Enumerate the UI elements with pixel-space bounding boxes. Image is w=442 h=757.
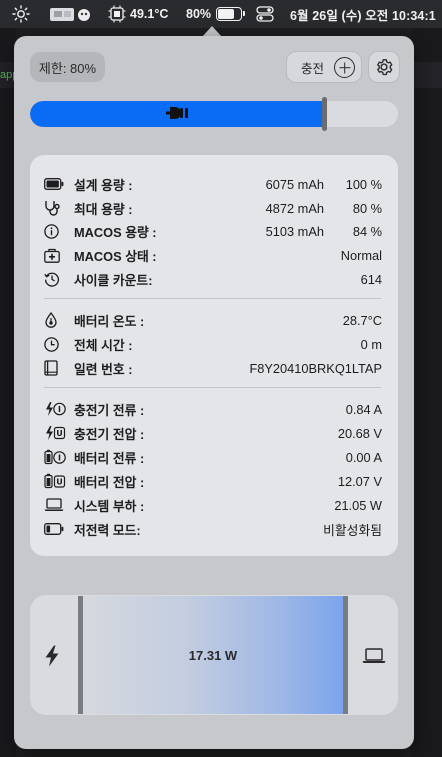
lightning-icon [44,645,60,672]
svg-text:U: U [56,429,63,438]
info-value: 20.68 V [337,425,382,441]
charge-button-label: 충전 [301,61,325,76]
sun-icon[interactable] [11,0,31,28]
info-label: 배터리 전류 : [74,450,145,466]
battery-current-icon: I [44,449,66,465]
info-value: 21.05 W [334,497,382,513]
info-icon [44,223,66,239]
info-row-system-load: 시스템 부하 : 21.05 W [44,494,382,516]
info-label: 충전기 전압 : [74,426,145,442]
info-row-cycle-count: 사이클 카운트: 614 [44,268,382,290]
cpu-icon[interactable] [108,0,126,28]
charge-limit-slider[interactable] [30,101,398,127]
info-row-macos-status: MACOS 상태 : Normal [44,244,382,266]
info-row-charger-voltage: U 충전기 전압 : 20.68 V [44,422,382,444]
info-value: 614 [360,271,382,287]
info-row-serial-number: 일련 번호 : F8Y20410BRKQ1LTAP [44,357,382,379]
plus-icon[interactable] [334,57,355,78]
background-window-right [411,28,442,757]
charger-current-icon: I [44,401,66,417]
info-label: MACOS 상태 : [74,248,157,264]
book-icon [44,360,66,376]
settings-button[interactable] [368,51,400,83]
info-percent: 84 % [352,223,382,239]
info-row-total-time: 전체 시간 : 0 m [44,333,382,355]
info-label: 배터리 온도 : [74,313,145,329]
info-value: 12.07 V [337,473,382,489]
info-row-macos-capacity: MACOS 용량 : 5103 mAh 84 % [44,220,382,242]
info-value: F8Y20410BRKQ1LTAP [249,360,382,376]
info-label: MACOS 용량 : [74,224,157,240]
power-flow-divider-right [343,596,348,714]
info-row-battery-voltage: U 배터리 전압 : 12.07 V [44,470,382,492]
app-icon[interactable] [48,0,98,28]
control-center-icon[interactable] [256,0,274,28]
stethoscope-icon [44,200,66,216]
menu-bar: 49.1°C 80% 6월 26일 (수) 오전 10:34:1 [0,0,442,28]
info-label: 시스템 부하 : [74,498,145,514]
menubar-temperature[interactable]: 49.1°C [130,0,168,28]
info-row-charger-current: I 충전기 전류 : 0.84 A [44,398,382,420]
gear-icon [377,59,393,76]
info-percent: 100 % [345,176,382,192]
info-label: 일련 번호 : [74,361,133,377]
info-label: 배터리 전압 : [74,474,145,490]
info-label: 충전기 전류 : [74,402,145,418]
info-label: 설계 용량 : [74,177,133,193]
power-flow-value: 17.31 W [188,647,238,663]
charge-limit-label: 제한: 80% [30,52,105,82]
info-value: 6075 mAh [265,176,324,192]
charger-voltage-icon: U [44,425,66,441]
info-value: 0 m [360,336,382,352]
info-value: 4872 mAh [265,200,324,216]
info-divider [44,298,381,299]
info-value: 5103 mAh [265,223,324,239]
charge-limit-slider-handle[interactable] [322,97,327,131]
power-flow-meter: 17.31 W [83,596,343,714]
info-label: 저전력 모드: [74,522,141,538]
battery-icon [44,176,66,192]
info-row-low-power-mode: 저전력 모드: 비활성화됨 [44,518,382,540]
info-row-max-capacity: 최대 용량 : 4872 mAh 80 % [44,197,382,219]
plug-icon [166,104,190,127]
history-icon [44,271,66,287]
clock-icon [44,336,66,352]
info-label: 전체 시간 : [74,337,133,353]
info-row-battery-temperature: 배터리 온도 : 28.7°C [44,309,382,331]
info-value: 0.84 A [345,401,382,417]
svg-text:I: I [58,405,61,414]
info-value: 0.00 A [345,449,382,465]
info-divider [44,387,381,388]
info-label: 최대 용량 : [74,201,133,217]
low-power-battery-icon [44,521,66,537]
info-label: 사이클 카운트: [74,272,153,288]
background-tab-bar-right [411,62,442,88]
thermometer-drop-icon [44,312,66,328]
info-row-design-capacity: 설계 용량 : 6075 mAh 100 % [44,173,382,195]
medical-case-icon [44,247,66,263]
battery-voltage-icon: U [44,473,66,489]
info-percent: 80 % [352,200,382,216]
info-row-battery-current: I 배터리 전류 : 0.00 A [44,446,382,468]
info-value: Normal [340,247,382,263]
info-value: 비활성화됨 [323,522,382,538]
battery-icon[interactable] [212,0,245,28]
svg-text:I: I [58,454,61,463]
menubar-battery-percent[interactable]: 80% [186,0,211,28]
menubar-clock[interactable]: 6월 26일 (수) 오전 10:34:1 [290,0,436,28]
info-value: 28.7°C [342,312,382,328]
laptop-icon [362,648,386,669]
laptop-icon [44,497,66,513]
svg-text:U: U [56,478,63,487]
